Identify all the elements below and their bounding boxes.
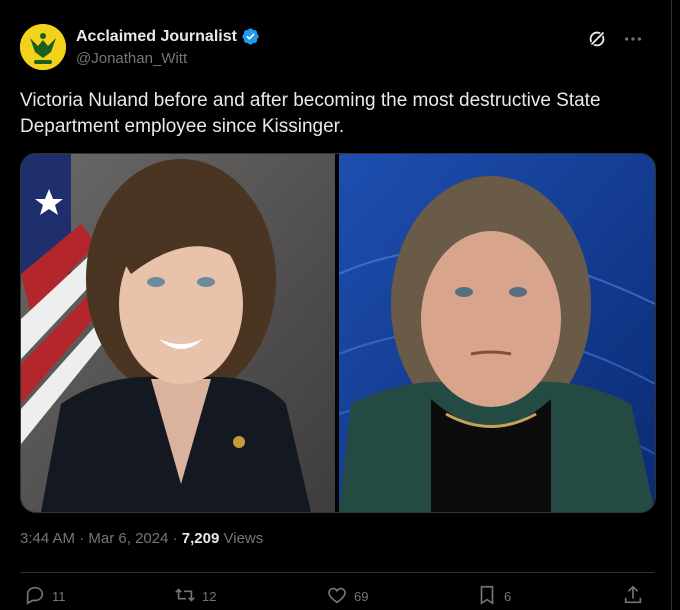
post-meta: 3:44 AM · Mar 6, 2024 · 7,209 Views: [20, 530, 263, 547]
post-time[interactable]: 3:44 AM: [20, 530, 75, 547]
handle[interactable]: @Jonathan_Witt: [76, 50, 187, 67]
grok-icon[interactable]: [586, 28, 608, 50]
views-label: Views: [223, 530, 264, 547]
more-icon[interactable]: [622, 28, 644, 50]
post-text: Victoria Nuland before and after becomin…: [20, 90, 601, 137]
name-row: Acclaimed Journalist: [76, 27, 260, 46]
like-count: 69: [354, 589, 369, 604]
photo-after: [338, 154, 655, 512]
share-icon: [622, 584, 644, 609]
display-name[interactable]: Acclaimed Journalist: [76, 28, 237, 46]
post-date[interactable]: Mar 6, 2024: [88, 530, 168, 547]
post-media[interactable]: [20, 153, 656, 513]
like-button[interactable]: 69: [326, 584, 368, 609]
meta-separator: ·: [79, 530, 85, 547]
bookmark-button[interactable]: 6: [476, 584, 511, 609]
column-border: [671, 0, 672, 610]
photo-before: [21, 154, 335, 512]
verified-badge-icon[interactable]: [241, 27, 260, 46]
avatar[interactable]: [20, 24, 66, 70]
post[interactable]: Acclaimed Journalist @Jonathan_Witt Vict…: [0, 0, 664, 610]
meta-separator: ·: [172, 530, 178, 547]
repost-button[interactable]: 12: [174, 584, 216, 609]
repost-icon: [174, 584, 196, 609]
repost-count: 12: [202, 589, 217, 604]
reply-count: 11: [52, 589, 66, 604]
post-header: Acclaimed Journalist @Jonathan_Witt: [20, 22, 644, 74]
reply-button[interactable]: 11: [24, 584, 66, 609]
share-button[interactable]: [622, 584, 644, 609]
divider: [20, 572, 654, 573]
like-icon: [326, 584, 348, 609]
reply-icon: [24, 584, 46, 609]
views-count: 7,209: [181, 530, 220, 547]
action-bar: 11 12 69 6: [24, 584, 654, 610]
bookmark-icon: [476, 584, 498, 609]
bookmark-count: 6: [504, 589, 512, 604]
